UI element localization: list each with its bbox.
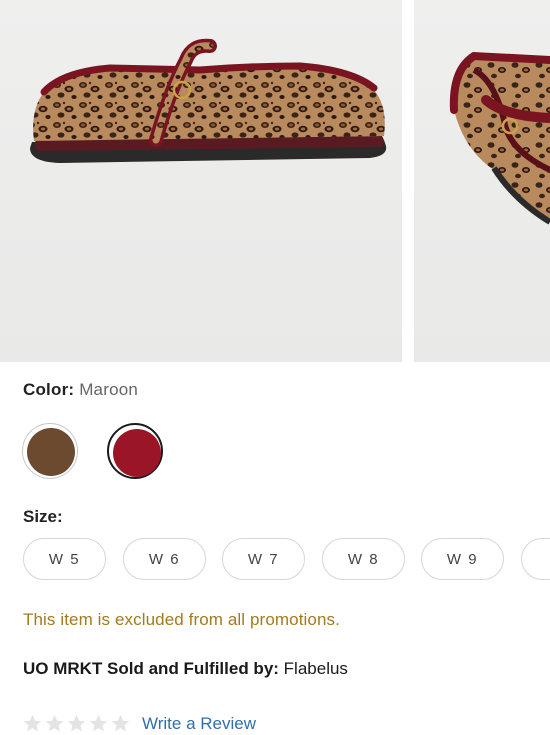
color-swatch-brown[interactable] — [22, 423, 78, 479]
color-swatch-maroon-fill — [113, 429, 161, 477]
star-icon — [111, 714, 130, 732]
color-selector-label: Color: Maroon — [23, 380, 138, 400]
color-swatch-maroon[interactable] — [107, 423, 163, 479]
size-option-w8[interactable]: W 8 — [322, 538, 405, 580]
product-image-2[interactable] — [414, 0, 550, 362]
size-option-w7[interactable]: W 7 — [222, 538, 305, 580]
star-icon — [67, 714, 86, 732]
size-option-w9[interactable]: W 9 — [421, 538, 504, 580]
product-image-1[interactable] — [0, 0, 402, 362]
write-review-link[interactable]: Write a Review — [142, 714, 256, 734]
seller-name: Flabelus — [283, 659, 348, 678]
selected-color-value: Maroon — [79, 380, 139, 399]
size-options[interactable]: W 5 W 6 W 7 W 8 W 9 — [23, 538, 550, 582]
size-option-w6[interactable]: W 6 — [123, 538, 206, 580]
star-icon — [23, 714, 42, 732]
color-label: Color: — [23, 380, 75, 399]
size-option-next-partial[interactable] — [521, 538, 550, 580]
star-icon — [45, 714, 64, 732]
rating-stars — [22, 713, 131, 735]
star-icon — [89, 714, 108, 732]
seller-label: UO MRKT Sold and Fulfilled by: — [23, 659, 279, 678]
seller-info: UO MRKT Sold and Fulfilled by: Flabelus — [23, 659, 348, 679]
size-label: Size: — [23, 507, 63, 526]
color-swatch-brown-fill — [27, 428, 75, 476]
flat-shoe-side-view — [30, 38, 387, 163]
size-option-w5[interactable]: W 5 — [23, 538, 106, 580]
promotion-exclusion-note: This item is excluded from all promotion… — [23, 610, 340, 629]
flat-shoe-angled-view — [449, 51, 550, 225]
product-image-carousel[interactable] — [0, 0, 550, 362]
